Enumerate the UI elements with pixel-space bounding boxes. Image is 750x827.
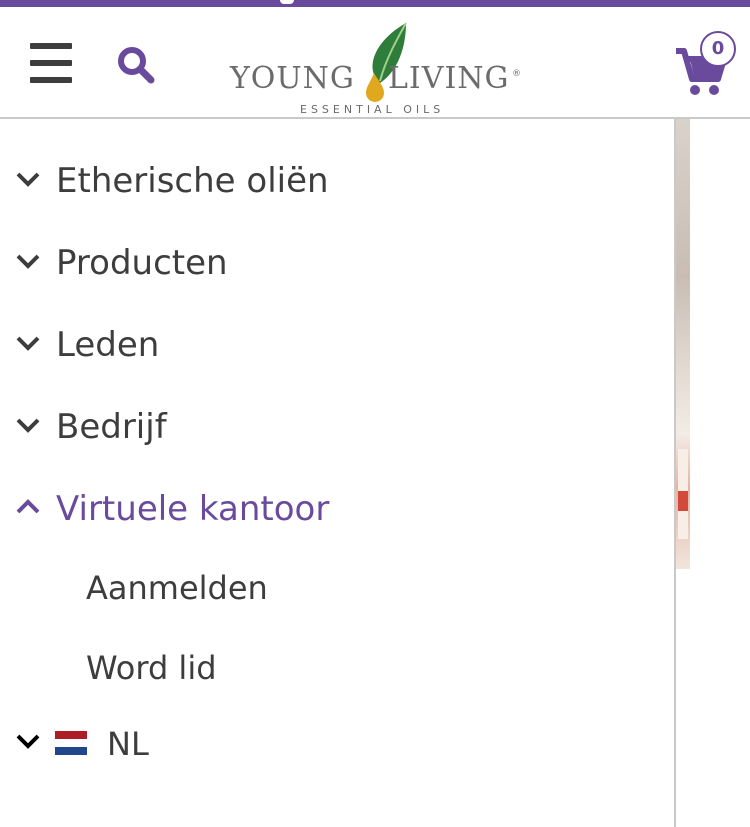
young-living-logo[interactable]: YOUNG LIVING ® ESSENTIAL OILS xyxy=(230,17,521,116)
nav-item-producten[interactable]: Producten xyxy=(0,231,674,291)
language-selector[interactable]: NL xyxy=(0,709,300,769)
nav-item-label: Producten xyxy=(56,243,228,283)
nav-item-virtuele-kantoor[interactable]: Virtuele kantoor xyxy=(0,477,674,537)
chevron-down-icon xyxy=(16,418,40,433)
search-icon[interactable] xyxy=(116,45,156,85)
nav-item-label: Bedrijf xyxy=(56,407,167,447)
logo-tagline: ESSENTIAL OILS xyxy=(300,103,445,116)
nav-item-leden[interactable]: Leden xyxy=(0,313,674,373)
logo-word-young: YOUNG xyxy=(230,61,355,96)
logo-word-living: LIVING xyxy=(388,61,510,96)
nav-item-label: Leden xyxy=(56,325,160,365)
nav-item-label: Etherische oliën xyxy=(56,161,329,201)
hamburger-icon[interactable] xyxy=(30,43,72,83)
background-page-peek xyxy=(676,119,690,569)
nav-drawer: Etherische oliën Producten Leden Bedrijf… xyxy=(0,119,674,827)
chevron-down-icon xyxy=(16,336,40,351)
chevron-up-icon xyxy=(16,499,40,514)
nav-item-bedrijf[interactable]: Bedrijf xyxy=(0,395,674,455)
chevron-down-icon xyxy=(16,254,40,269)
netherlands-flag-icon xyxy=(55,731,87,755)
chevron-down-icon xyxy=(16,734,40,749)
subnav-item-label: Aanmelden xyxy=(86,569,268,607)
cart-count-badge: 0 xyxy=(700,31,736,67)
site-header: YOUNG LIVING ® ESSENTIAL OILS 0 xyxy=(0,7,750,119)
nav-item-etherische-olien[interactable]: Etherische oliën xyxy=(0,149,674,209)
logo-registered-mark: ® xyxy=(512,69,521,79)
top-accent-bar xyxy=(0,0,750,7)
chevron-down-icon xyxy=(16,172,40,187)
subnav-item-word-lid[interactable]: Word lid xyxy=(0,639,674,695)
subnav-item-aanmelden[interactable]: Aanmelden xyxy=(0,559,674,615)
language-label: NL xyxy=(107,725,149,763)
nav-item-label: Virtuele kantoor xyxy=(56,489,330,529)
subnav-item-label: Word lid xyxy=(86,649,217,687)
cart-button[interactable]: 0 xyxy=(674,31,740,95)
